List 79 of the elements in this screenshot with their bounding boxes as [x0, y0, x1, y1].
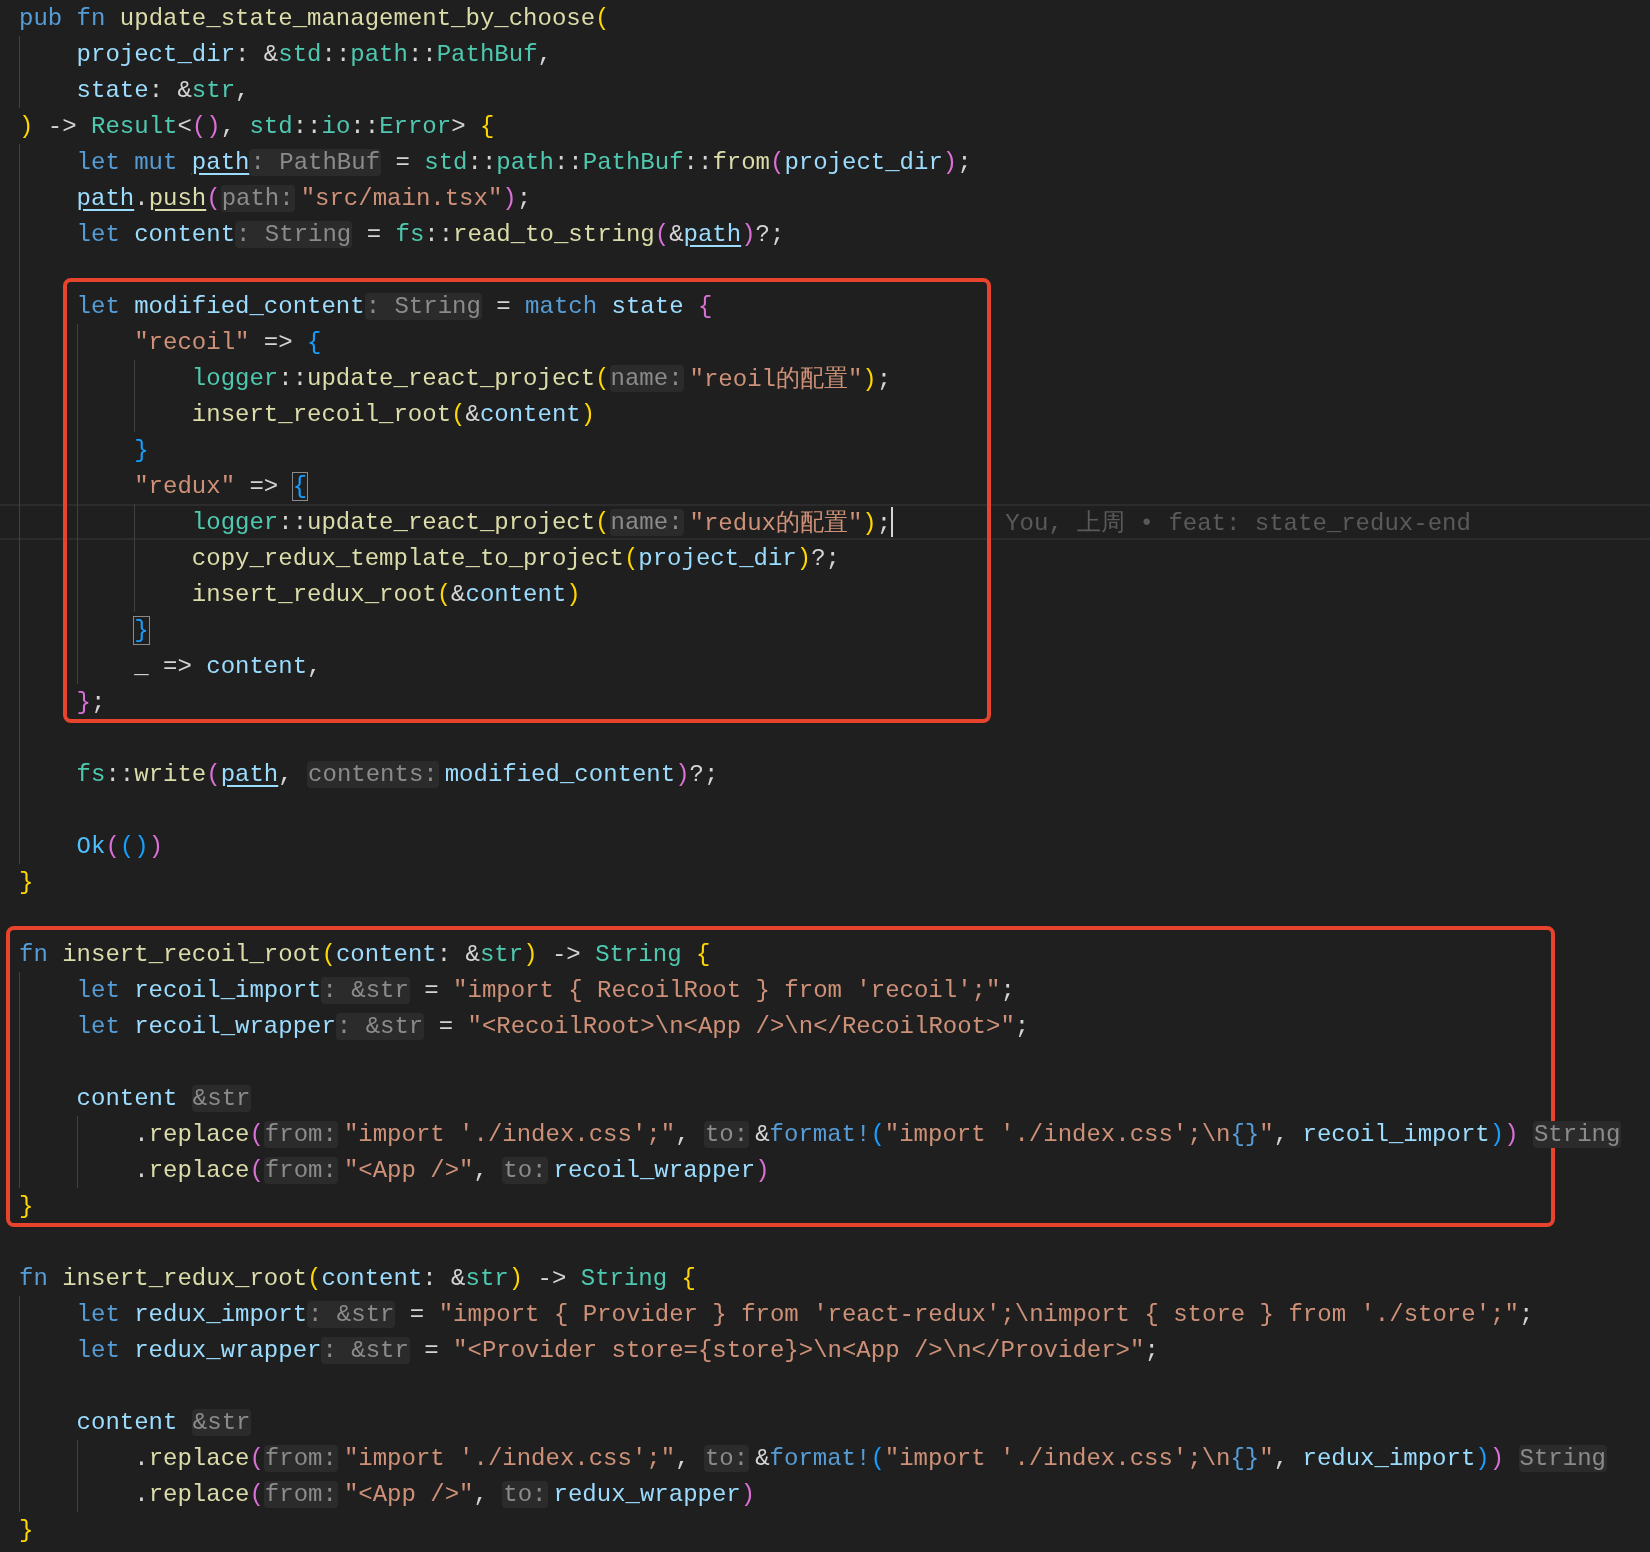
inlay-hint: to:: [502, 1156, 548, 1184]
code-text: modified_content)?;: [444, 760, 719, 788]
inlay-hint: path:: [220, 184, 295, 212]
inlay-hint: from:: [263, 1120, 338, 1148]
code-text: };: [76, 688, 106, 716]
inlay-hint: from:: [263, 1480, 338, 1508]
code-text: let recoil_wrapper: [76, 1012, 336, 1040]
inlay-hint: : PathBuf: [249, 148, 382, 176]
code-text: recoil_wrapper): [553, 1156, 770, 1184]
code-text: redux_wrapper): [553, 1480, 756, 1508]
code-text: "redux" => {: [134, 472, 308, 500]
code-text: path.push(: [76, 184, 221, 212]
code-text: pub fn update_state_management_by_choose(: [19, 4, 610, 32]
code-text: }: [19, 1516, 34, 1544]
code-text: let redux_wrapper: [76, 1336, 322, 1364]
code-text: }: [19, 1192, 34, 1220]
code-text: "<App />",: [343, 1480, 489, 1508]
code-text: logger::update_react_project(: [191, 508, 610, 536]
code-text: let recoil_import: [76, 976, 322, 1004]
code-text: insert_recoil_root(&content): [191, 400, 596, 428]
inlay-hint: contents:: [307, 760, 439, 788]
inlay-hint: String: [1532, 1120, 1622, 1148]
code-text: fn insert_redux_root(content: &str) -> String {: [19, 1264, 696, 1292]
code-text: }: [19, 868, 34, 896]
code-text: content: [76, 1408, 179, 1436]
code-text: = match state {: [495, 292, 713, 320]
code-text: .replace(: [134, 1480, 264, 1508]
code-text: "redux的配置");: [689, 509, 892, 538]
code-text: "src/main.tsx");: [300, 184, 532, 212]
code-text: }: [134, 436, 149, 464]
inlay-hint: String: [1518, 1444, 1607, 1472]
inlay-hint: to:: [703, 1120, 750, 1148]
inlay-hint: to:: [703, 1444, 750, 1472]
code-text: &format!("import './index.css';\n{}", redux_import)): [755, 1444, 1506, 1472]
code-text: &format!("import './index.css';\n{}", recoil_import)): [755, 1120, 1520, 1148]
code-text: state: &str,: [76, 76, 250, 104]
inlay-hint: : &str: [321, 976, 410, 1004]
code-text: content: [76, 1084, 179, 1112]
code-text: "<App />",: [343, 1156, 489, 1184]
inlay-hint: name:: [609, 508, 684, 536]
inlay-hint: &str: [191, 1408, 252, 1436]
code-text: }: [134, 616, 149, 644]
code-text: let mut path: [76, 148, 250, 176]
inlay-hint: &str: [191, 1084, 252, 1112]
inlay-hint: : &str: [307, 1300, 396, 1328]
code-text: logger::update_react_project(: [191, 364, 610, 392]
code-text: "import './index.css';",: [343, 1444, 691, 1472]
inlay-hint: to:: [502, 1480, 548, 1508]
code-text: .replace(: [134, 1444, 264, 1472]
code-text: let modified_content: [76, 292, 365, 320]
blame-annotation: You, 上周 • feat: state_redux-end: [1005, 509, 1471, 538]
inlay-hint: name:: [609, 364, 684, 392]
code-text: .replace(: [134, 1156, 264, 1184]
code-text: = "import { Provider } from 'react-redux';\nimport { store } from './store';";: [408, 1300, 1534, 1328]
code-text: "import './index.css';",: [343, 1120, 691, 1148]
code-text: = std::path::PathBuf::from(project_dir);: [394, 148, 972, 176]
inlay-hint: from:: [263, 1444, 338, 1472]
code-text: let redux_import: [76, 1300, 308, 1328]
code-text: copy_redux_template_to_project(project_dir)?;: [191, 544, 840, 572]
code-text: = "<Provider store={store}>\n<App />\n</Provider>";: [423, 1336, 1159, 1364]
code-text: = "<RecoilRoot>\n<App />\n</RecoilRoot>";: [437, 1012, 1030, 1040]
code-text: insert_redux_root(&content): [191, 580, 581, 608]
code-text: "reoil的配置");: [689, 365, 892, 394]
code-text: fs::write(path,: [76, 760, 294, 788]
inlay-hint: : String: [364, 292, 482, 320]
code-text: fn insert_recoil_root(content: &str) -> String {: [19, 940, 711, 968]
inlay-hint: : String: [235, 220, 353, 248]
code-text: project_dir: &std::path::PathBuf,: [76, 40, 552, 68]
inlay-hint: from:: [263, 1156, 338, 1184]
inlay-hint: : &str: [321, 1336, 410, 1364]
code-text: = "import { RecoilRoot } from 'recoil';";: [423, 976, 1015, 1004]
code-text: ) -> Result<(), std::io::Error> {: [19, 112, 495, 140]
code-text: _ => content,: [134, 652, 322, 680]
inlay-hint: : &str: [335, 1012, 425, 1040]
code-text: "recoil" => {: [134, 328, 322, 356]
code-text: Ok(()): [76, 832, 164, 860]
code-text: .replace(: [134, 1120, 264, 1148]
code-text: let content: [76, 220, 236, 248]
code-text: = fs::read_to_string(&path)?;: [365, 220, 785, 248]
